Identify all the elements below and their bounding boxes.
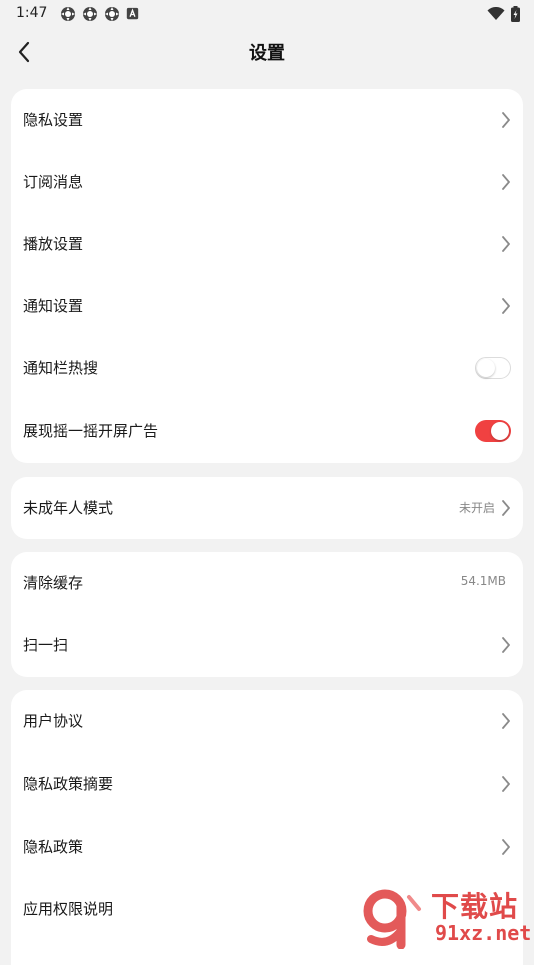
chevron-right-icon [502, 637, 510, 653]
row-label: 应用权限说明 [23, 900, 114, 918]
watermark-url: 91xz.net [435, 921, 532, 945]
a-box-icon [126, 7, 139, 20]
battery-charging-icon [511, 6, 520, 22]
row-label: 隐私政策 [23, 838, 84, 856]
chevron-right-icon [502, 112, 510, 128]
chevron-right-icon [502, 174, 510, 190]
notification-icons [60, 6, 139, 22]
row-label: 隐私政策摘要 [23, 775, 114, 793]
toggle-knob [477, 359, 495, 377]
user-agreement-row[interactable]: 用户协议 [11, 690, 523, 753]
clear-cache-row[interactable]: 清除缓存 54.1MB [11, 552, 523, 614]
privacy-policy-row[interactable]: 隐私政策 [11, 816, 523, 878]
status-bar: 1:47 [0, 0, 534, 28]
app-header: 设置 [0, 28, 534, 76]
watermark-logo-icon [363, 889, 421, 949]
row-label: 展现摇一摇开屏广告 [23, 422, 159, 440]
settings-gear-icon [83, 7, 97, 21]
notification-settings-row[interactable]: 通知设置 [11, 275, 523, 337]
row-label: 通知设置 [23, 297, 84, 315]
row-label: 隐私设置 [23, 111, 84, 129]
cache-size: 54.1MB [460, 574, 506, 588]
shake-splash-ad-toggle[interactable] [475, 420, 511, 442]
status-right-icons [487, 6, 520, 22]
playback-settings-row[interactable]: 播放设置 [11, 213, 523, 275]
chevron-right-icon [502, 236, 510, 252]
settings-group-minor-mode: 未成年人模式 未开启 [11, 477, 523, 539]
row-label: 清除缓存 [23, 574, 84, 592]
settings-gear-icon [61, 7, 75, 21]
settings-gear-icon [105, 7, 119, 21]
scan-row[interactable]: 扫一扫 [11, 614, 523, 677]
row-label: 扫一扫 [23, 636, 69, 654]
notification-bar-trending-toggle[interactable] [475, 357, 511, 379]
privacy-settings-row[interactable]: 隐私设置 [11, 89, 523, 151]
chevron-right-icon [502, 500, 510, 516]
chevron-right-icon [502, 713, 510, 729]
row-label: 用户协议 [23, 712, 84, 730]
subscription-messages-row[interactable]: 订阅消息 [11, 151, 523, 213]
privacy-policy-summary-row[interactable]: 隐私政策摘要 [11, 753, 523, 816]
toggle-knob [491, 422, 509, 440]
site-watermark: 下载站 91xz.net [355, 883, 534, 950]
minor-mode-row[interactable]: 未成年人模式 未开启 [11, 477, 523, 539]
settings-group-tools: 清除缓存 54.1MB 扫一扫 [11, 552, 523, 677]
chevron-right-icon [502, 776, 510, 792]
notification-bar-trending-row: 通知栏热搜 [11, 337, 523, 400]
settings-group-general: 隐私设置 订阅消息 播放设置 通知设置 通知栏热搜 展现摇一摇开屏广告 [11, 89, 523, 463]
minor-mode-status: 未开启 [458, 501, 495, 515]
watermark-title: 下载站 [431, 890, 519, 923]
row-label: 未成年人模式 [23, 499, 114, 517]
shake-splash-ad-row: 展现摇一摇开屏广告 [11, 400, 523, 463]
chevron-right-icon [502, 839, 510, 855]
row-label: 订阅消息 [23, 173, 84, 191]
row-label: 播放设置 [23, 235, 84, 253]
wifi-icon [487, 7, 505, 20]
chevron-right-icon [502, 298, 510, 314]
status-time: 1:47 [16, 5, 48, 21]
row-label: 通知栏热搜 [23, 359, 99, 377]
page-title: 设置 [249, 43, 285, 64]
